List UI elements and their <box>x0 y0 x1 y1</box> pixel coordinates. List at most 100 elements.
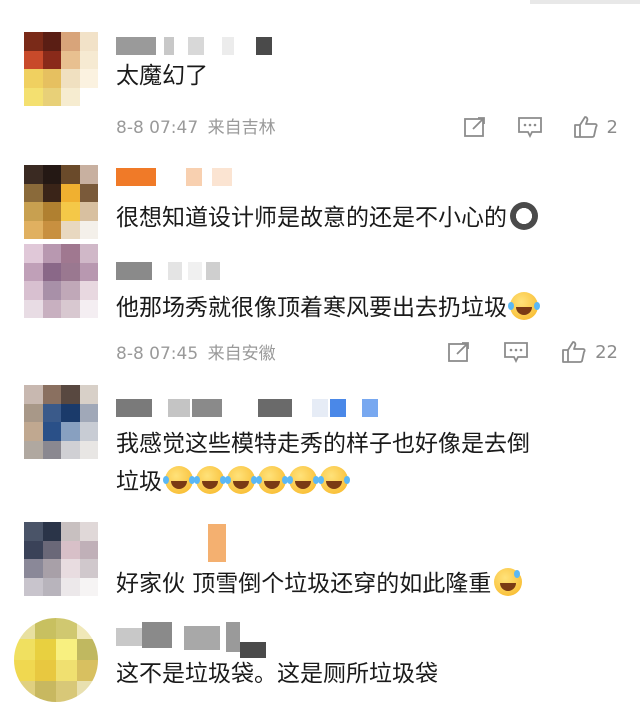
comment-text: 这不是垃圾袋。这是厕所垃圾袋 <box>116 661 438 687</box>
avatar-pixel <box>56 681 77 702</box>
avatar-pixel <box>61 220 80 239</box>
reply-icon[interactable] <box>503 341 529 363</box>
avatar-pixel <box>79 540 98 559</box>
avatar-pixel <box>79 522 98 541</box>
like-button[interactable]: 2 <box>573 115 618 139</box>
avatar-pixel <box>56 639 77 660</box>
username-blurred[interactable] <box>116 168 246 190</box>
avatar-pixel <box>24 244 43 263</box>
like-count: 22 <box>595 341 618 363</box>
username-blurred[interactable] <box>116 524 236 564</box>
comment-text-line-2: 垃圾 <box>116 463 616 501</box>
laugh-cry-icon <box>318 466 350 494</box>
comment-item: 这不是垃圾袋。这是厕所垃圾袋 <box>0 610 640 702</box>
avatar-pixel <box>42 385 61 404</box>
avatar-pixel <box>79 50 98 69</box>
avatar-pixel <box>42 281 61 300</box>
avatar[interactable] <box>24 522 98 596</box>
avatar[interactable] <box>24 385 98 459</box>
comment-actions: 2 <box>463 113 618 141</box>
avatar-pixel <box>42 522 61 541</box>
comment-text-content: 很想知道设计师是故意的还是不小心的 <box>116 205 507 231</box>
avatar-pixel <box>61 202 80 221</box>
avatar-pixel <box>42 262 61 281</box>
avatar-pixel <box>24 522 43 541</box>
avatar-pixel <box>42 244 61 263</box>
avatar-pixel <box>42 183 61 202</box>
laugh-cry-icon <box>287 466 319 494</box>
share-icon[interactable] <box>447 341 471 363</box>
avatar[interactable] <box>24 32 98 106</box>
username-blurred[interactable] <box>116 399 386 421</box>
avatar-pixel <box>24 183 43 202</box>
avatar-pixel <box>79 87 98 106</box>
avatar-pixel <box>35 681 56 702</box>
reply-icon[interactable] <box>517 116 543 138</box>
avatar-pixel <box>24 262 43 281</box>
avatar-pixel <box>42 299 61 318</box>
avatar[interactable] <box>24 165 98 239</box>
avatar-pixel <box>61 559 80 578</box>
avatar-pixel <box>79 422 98 441</box>
avatar-pixel <box>24 87 43 106</box>
avatar-pixel <box>24 281 43 300</box>
comment-location: 来自吉林 <box>207 118 276 138</box>
comment-item: 太魔幻了 8-8 07:47 来自吉林 2 <box>0 0 640 160</box>
avatar-pixel <box>79 262 98 281</box>
avatar-pixel <box>35 618 56 639</box>
avatar-pixel <box>61 540 80 559</box>
avatar-pixel <box>79 69 98 88</box>
avatar[interactable] <box>24 244 98 318</box>
comment-text: 很想知道设计师是故意的还是不小心的 <box>116 198 616 238</box>
avatar-pixel <box>24 220 43 239</box>
avatar-pixel <box>35 660 56 681</box>
avatar-pixel <box>42 559 61 578</box>
avatar-pixel <box>79 440 98 459</box>
username-blurred[interactable] <box>116 262 226 284</box>
laugh-cry-icon <box>256 466 288 494</box>
avatar-pixel <box>61 422 80 441</box>
avatar-pixel <box>61 385 80 404</box>
avatar[interactable] <box>14 618 98 702</box>
avatar-pixel <box>79 183 98 202</box>
comment-item: 他那场秀就很像顶着寒风要出去扔垃圾 8-8 07:45 来自安徽 22 <box>0 244 640 385</box>
avatar-pixel <box>79 281 98 300</box>
avatar-pixel <box>79 202 98 221</box>
comment-actions: 22 <box>447 338 618 366</box>
avatar-pixel <box>24 422 43 441</box>
avatar-pixel <box>24 540 43 559</box>
husky-face-icon <box>510 202 538 230</box>
avatar-pixel <box>24 69 43 88</box>
avatar-pixel <box>61 262 80 281</box>
avatar-pixel <box>42 540 61 559</box>
laugh-cry-icon <box>163 466 195 494</box>
comment-meta: 8-8 07:45 来自安徽 <box>116 343 276 365</box>
avatar-pixel <box>42 440 61 459</box>
avatar-pixel <box>61 244 80 263</box>
like-button[interactable]: 22 <box>561 340 618 364</box>
thumbs-up-icon <box>573 116 598 138</box>
avatar-pixel <box>61 522 80 541</box>
avatar-pixel <box>24 202 43 221</box>
avatar-pixel <box>79 32 98 51</box>
avatar-pixel <box>42 50 61 69</box>
avatar-pixel <box>14 681 35 702</box>
avatar-pixel <box>24 50 43 69</box>
avatar-pixel <box>61 440 80 459</box>
avatar-pixel <box>61 183 80 202</box>
avatar-pixel <box>42 403 61 422</box>
avatar-pixel <box>79 559 98 578</box>
comment-text: 我感觉这些模特走秀的样子也好像是去倒 垃圾 <box>116 425 616 501</box>
share-icon[interactable] <box>463 116 487 138</box>
avatar-pixel <box>24 403 43 422</box>
laugh-cry-icon <box>508 292 540 320</box>
avatar-pixel <box>14 639 35 660</box>
username-blurred[interactable] <box>116 618 306 658</box>
avatar-pixel <box>79 165 98 184</box>
thumbs-up-icon <box>562 341 586 363</box>
avatar-pixel <box>77 639 98 660</box>
avatar-pixel <box>79 244 98 263</box>
comment-item: 我感觉这些模特走秀的样子也好像是去倒 垃圾 <box>0 385 640 510</box>
avatar-pixel <box>42 87 61 106</box>
comment-text-content: 他那场秀就很像顶着寒风要出去扔垃圾 <box>116 295 507 321</box>
